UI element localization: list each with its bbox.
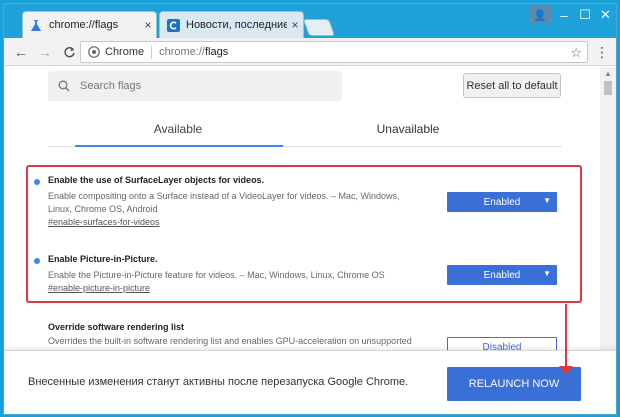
url-text[interactable]: chrome://flags <box>159 46 228 58</box>
search-flags-input[interactable]: Search flags <box>48 71 342 101</box>
forward-arrow-icon[interactable]: → <box>36 43 54 61</box>
title-bar: chrome://flags × Новости, последние нов … <box>4 4 616 38</box>
menu-kebab-icon[interactable]: ⋮ <box>595 44 609 60</box>
reset-all-button[interactable]: Reset all to default <box>463 73 561 98</box>
flag-state-select[interactable]: Disabled <box>447 337 557 350</box>
browser-toolbar: ← → Chrome chrome://flags ☆ ⋮ <box>4 38 616 66</box>
tab-title: Новости, последние нов <box>186 19 287 31</box>
omnibox-divider <box>151 45 153 59</box>
scroll-thumb[interactable] <box>604 81 612 95</box>
tab-unavailable[interactable]: Unavailable <box>308 111 508 147</box>
site-chip-label: Chrome <box>105 46 145 58</box>
maximize-button[interactable]: ☐ <box>575 4 595 26</box>
url-path: flags <box>204 46 229 58</box>
address-bar[interactable]: Chrome chrome://flags ☆ <box>80 41 588 63</box>
reload-icon[interactable] <box>60 43 78 61</box>
flag-name: Override software rendering list <box>48 322 185 332</box>
active-tab-indicator <box>75 145 283 147</box>
tab-available[interactable]: Available <box>78 111 278 147</box>
tab-flags[interactable]: chrome://flags × <box>22 11 157 38</box>
site-logo-icon <box>166 18 180 32</box>
flags-page: Search flags Reset all to default Availa… <box>4 67 600 350</box>
scroll-up-icon[interactable]: ▲ <box>604 69 612 78</box>
new-tab-button[interactable] <box>302 19 336 36</box>
flags-tabs: Available Unavailable <box>48 111 562 147</box>
select-value: Disabled <box>482 341 522 351</box>
flag-description: Overrides the built-in software renderin… <box>48 336 412 346</box>
profile-icon[interactable]: 👤 <box>529 6 551 24</box>
annotation-arrow <box>565 304 567 368</box>
relaunch-message: Внесенные изменения станут активны после… <box>28 376 409 388</box>
tab-news[interactable]: Новости, последние нов × <box>159 11 304 38</box>
chrome-icon <box>86 46 102 58</box>
close-tab-icon[interactable]: × <box>287 18 303 32</box>
back-arrow-icon[interactable]: ← <box>12 43 30 61</box>
search-placeholder: Search flags <box>80 80 142 92</box>
bookmark-star-icon[interactable]: ☆ <box>570 45 582 61</box>
tab-title: chrome://flags <box>49 19 119 31</box>
close-tab-icon[interactable]: × <box>140 18 156 32</box>
highlight-box <box>26 165 582 303</box>
url-scheme: chrome:// <box>159 46 205 58</box>
close-window-button[interactable]: ✕ <box>595 4 616 26</box>
annotation-arrow-head <box>559 366 573 375</box>
relaunch-bar: Внесенные изменения станут активны после… <box>4 350 616 414</box>
browser-window: chrome://flags × Новости, последние нов … <box>3 3 617 415</box>
search-icon <box>58 80 72 92</box>
minimize-button[interactable]: – <box>554 4 574 26</box>
flask-icon <box>29 18 43 32</box>
scrollbar[interactable]: ▲ <box>600 67 616 350</box>
